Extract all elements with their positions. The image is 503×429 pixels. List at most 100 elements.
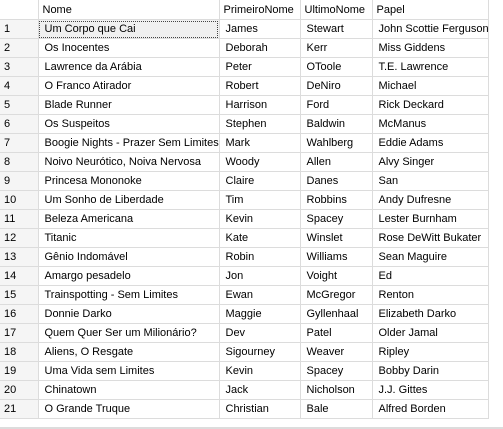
cell-primeironome[interactable]: Kevin — [219, 361, 301, 381]
cell-primeironome[interactable]: Kate — [219, 228, 301, 248]
row-number-cell[interactable]: 3 — [0, 57, 39, 77]
cell-primeironome[interactable]: Maggie — [219, 304, 301, 324]
row-number-cell[interactable]: 4 — [0, 76, 39, 96]
cell-papel[interactable]: Rick Deckard — [372, 95, 489, 115]
row-number-cell[interactable]: 18 — [0, 342, 39, 362]
cell-primeironome[interactable]: Peter — [219, 57, 301, 77]
cell-papel[interactable]: Alfred Borden — [372, 399, 489, 419]
cell-papel[interactable]: Lester Burnham — [372, 209, 489, 229]
cell-nome[interactable]: Quem Quer Ser um Milionário? — [38, 323, 220, 343]
results-grid[interactable]: Nome PrimeiroNome UltimoNome Papel 1 Um C… — [0, 0, 503, 429]
table-row[interactable]: 4O Franco Atirador Robert DeNiro Michael — [0, 76, 489, 96]
cell-nome[interactable]: Noivo Neurótico, Noiva Nervosa — [38, 152, 220, 172]
cell-papel[interactable]: J.J. Gittes — [372, 380, 489, 400]
row-number-cell[interactable]: 20 — [0, 380, 39, 400]
row-number-cell[interactable]: 12 — [0, 228, 39, 248]
cell-papel[interactable]: Ed — [372, 266, 489, 286]
cell-nome[interactable]: Um Sonho de Liberdade — [38, 190, 220, 210]
table-row[interactable]: 10 Um Sonho de Liberdade Tim Robbins Andy Du… — [0, 190, 489, 210]
table-row[interactable]: 1 Um Corpo que Cai James Stewart John Scotti… — [0, 19, 489, 39]
cell-ultimonome[interactable]: Williams — [300, 247, 373, 267]
cell-ultimonome[interactable]: Ford — [300, 95, 373, 115]
cell-nome[interactable]: Titanic — [38, 228, 220, 248]
table-row[interactable]: 21 O Grande Truque Christian Bale Alfred Bor… — [0, 399, 489, 419]
cell-nome[interactable]: Os Inocentes — [38, 38, 220, 58]
row-number-cell[interactable]: 6 — [0, 114, 39, 134]
cell-primeironome[interactable]: James — [219, 19, 301, 39]
cell-papel[interactable]: Michael — [372, 76, 489, 96]
cell-ultimonome[interactable]: Kerr — [300, 38, 373, 58]
cell-nome[interactable]: Chinatown — [38, 380, 220, 400]
table-row[interactable]: 3 Lawrence da Arábia Peter OToole T.E. Lawre… — [0, 57, 489, 77]
cell-ultimonome[interactable]: Robbins — [300, 190, 373, 210]
cell-ultimonome[interactable]: Spacey — [300, 361, 373, 381]
row-number-cell[interactable]: 8 — [0, 152, 39, 172]
cell-primeironome[interactable]: Dev — [219, 323, 301, 343]
cell-papel[interactable]: Andy Dufresne — [372, 190, 489, 210]
cell-nome[interactable]: Os Suspeitos — [38, 114, 220, 134]
table-row[interactable]: 16 Donnie Darko Maggie Gyllenhaal Elizabeth … — [0, 304, 489, 324]
table-row[interactable]: 8 Noivo Neurótico, Noiva Nervosa Woody Alle… — [0, 152, 489, 172]
cell-papel[interactable]: San — [372, 171, 489, 191]
cell-ultimonome[interactable]: Nicholson — [300, 380, 373, 400]
cell-primeironome[interactable]: Robin — [219, 247, 301, 267]
row-number-cell[interactable]: 7 — [0, 133, 39, 153]
cell-papel[interactable]: Elizabeth Darko — [372, 304, 489, 324]
cell-papel[interactable]: Renton — [372, 285, 489, 305]
cell-ultimonome[interactable]: DeNiro — [300, 76, 373, 96]
table-row[interactable]: 20 Chinatown Jack Nicholson J.J. Gittes — [0, 380, 489, 400]
cell-nome[interactable]: Boogie Nights - Prazer Sem Limites — [38, 133, 220, 153]
cell-papel[interactable]: McManus — [372, 114, 489, 134]
cell-ultimonome[interactable]: McGregor — [300, 285, 373, 305]
cell-primeironome[interactable]: Christian — [219, 399, 301, 419]
table-row[interactable]: 13 Gênio Indomável Robin Williams Sean Magui… — [0, 247, 489, 267]
cell-ultimonome[interactable]: OToole — [300, 57, 373, 77]
cell-nome[interactable]: Donnie Darko — [38, 304, 220, 324]
cell-papel[interactable]: Miss Giddens — [372, 38, 489, 58]
cell-ultimonome[interactable]: Baldwin — [300, 114, 373, 134]
cell-primeironome[interactable]: Jack — [219, 380, 301, 400]
cell-nome[interactable]: Amargo pesadelo — [38, 266, 220, 286]
cell-nome[interactable]: Um Corpo que Cai — [38, 19, 220, 39]
cell-ultimonome[interactable]: Wahlberg — [300, 133, 373, 153]
cell-primeironome[interactable]: Tim — [219, 190, 301, 210]
column-header-ultimonome[interactable]: UltimoNome — [300, 0, 373, 20]
row-number-cell[interactable]: 10 — [0, 190, 39, 210]
table-row[interactable]: 7 Boogie Nights - Prazer Sem Limites Mark W… — [0, 133, 489, 153]
table-row[interactable]: 17 Quem Quer Ser um Milionário? Dev Patel Ol… — [0, 323, 489, 343]
cell-primeironome[interactable]: Kevin — [219, 209, 301, 229]
cell-papel[interactable]: Older Jamal — [372, 323, 489, 343]
row-number-cell[interactable]: 16 — [0, 304, 39, 324]
cell-primeironome[interactable]: Stephen — [219, 114, 301, 134]
row-number-cell[interactable]: 19 — [0, 361, 39, 381]
row-number-cell[interactable]: 2 — [0, 38, 39, 58]
cell-ultimonome[interactable]: Gyllenhaal — [300, 304, 373, 324]
row-number-cell[interactable]: 14 — [0, 266, 39, 286]
cell-papel[interactable]: John Scottie Ferguson — [372, 19, 489, 39]
cell-papel[interactable]: Eddie Adams — [372, 133, 489, 153]
cell-nome[interactable]: O Franco Atirador — [38, 76, 220, 96]
cell-nome[interactable]: Aliens, O Resgate — [38, 342, 220, 362]
cell-ultimonome[interactable]: Danes — [300, 171, 373, 191]
cell-nome[interactable]: Uma Vida sem Limites — [38, 361, 220, 381]
row-number-cell[interactable]: 5 — [0, 95, 39, 115]
cell-primeironome[interactable]: Robert — [219, 76, 301, 96]
table-row[interactable]: 5 Blade Runner Harrison Ford Rick Deckard — [0, 95, 489, 115]
cell-primeironome[interactable]: Jon — [219, 266, 301, 286]
table-row[interactable]: 12 Titanic Kate Winslet Rose DeWitt Bukater — [0, 228, 489, 248]
cell-nome[interactable]: Beleza Americana — [38, 209, 220, 229]
table-row[interactable]: 2 Os Inocentes Deborah Kerr Miss Giddens — [0, 38, 489, 58]
table-row[interactable]: 9 Princesa Mononoke Claire Danes San — [0, 171, 489, 191]
cell-ultimonome[interactable]: Spacey — [300, 209, 373, 229]
cell-ultimonome[interactable]: Winslet — [300, 228, 373, 248]
row-number-cell[interactable]: 21 — [0, 399, 39, 419]
cell-papel[interactable]: Sean Maguire — [372, 247, 489, 267]
cell-nome[interactable]: Blade Runner — [38, 95, 220, 115]
row-number-cell[interactable]: 17 — [0, 323, 39, 343]
cell-nome[interactable]: Trainspotting - Sem Limites — [38, 285, 220, 305]
table-row[interactable]: 6 Os Suspeitos Stephen Baldwin McManus — [0, 114, 489, 134]
cell-ultimonome[interactable]: Bale — [300, 399, 373, 419]
cell-papel[interactable]: Ripley — [372, 342, 489, 362]
cell-ultimonome[interactable]: Weaver — [300, 342, 373, 362]
table-row[interactable]: 19 Uma Vida sem Limites Kevin Spacey Bobby D… — [0, 361, 489, 381]
